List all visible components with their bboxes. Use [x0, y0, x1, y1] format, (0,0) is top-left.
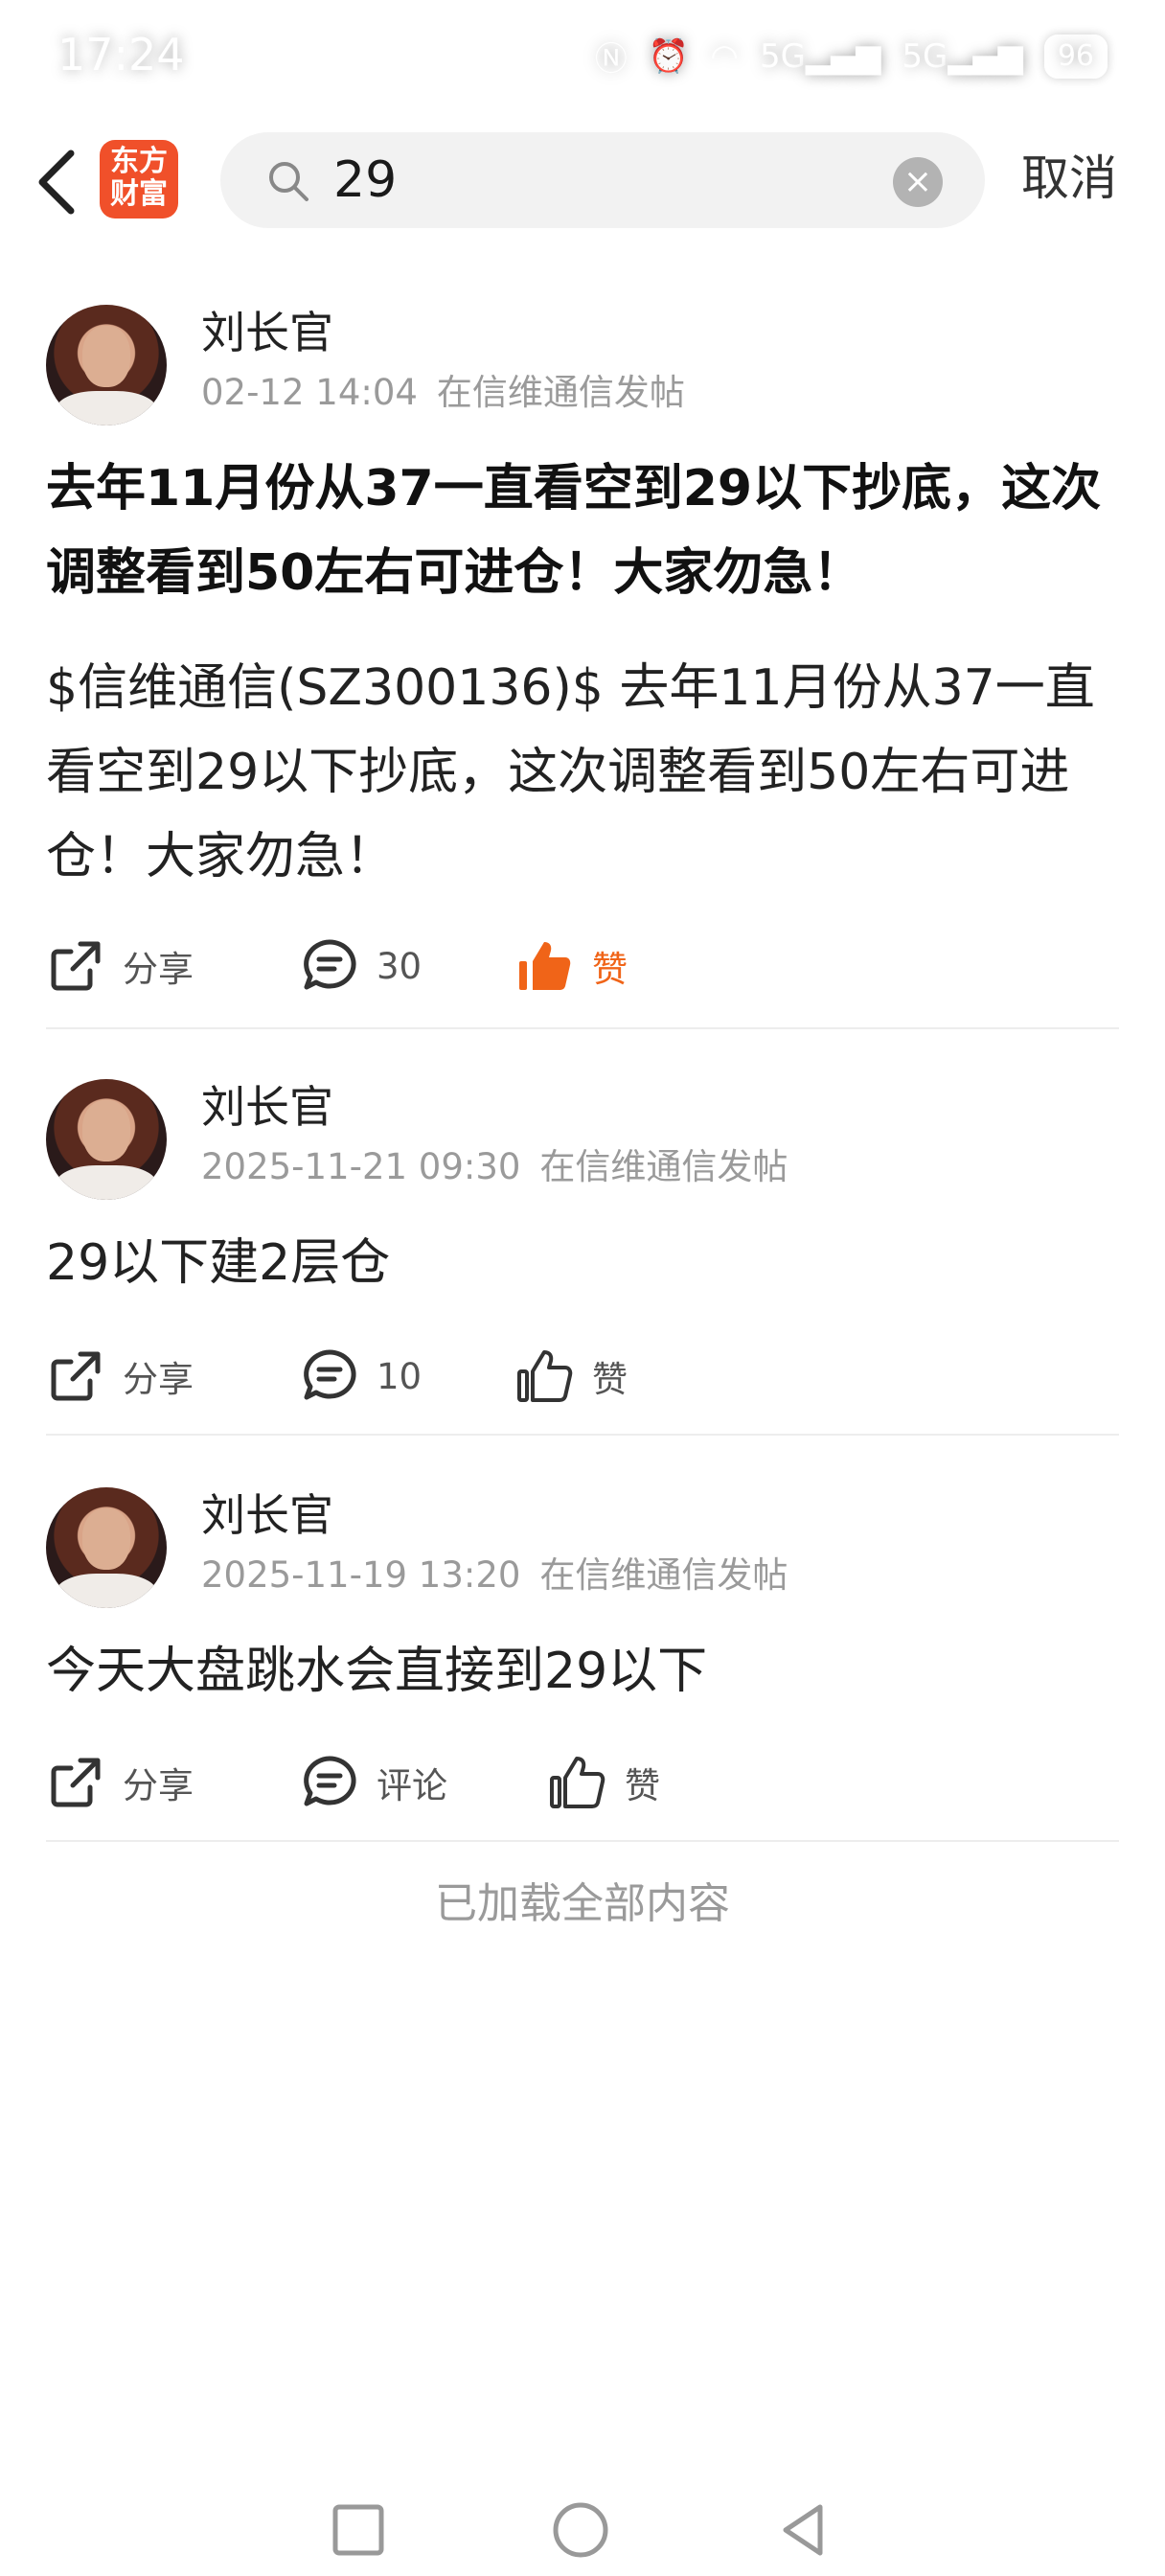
nfc-icon: Ⓝ	[594, 40, 628, 79]
post-card[interactable]: 刘长官 2025-11-21 09:30 在信维通信发帖 29以下建2层仓 分享 …	[46, 1079, 1119, 1434]
post-source[interactable]: 在信维通信发帖	[437, 372, 685, 413]
clear-icon[interactable]: ×	[893, 157, 943, 207]
back-arrow-icon[interactable]	[29, 144, 86, 220]
post-meta: 2025-11-21 09:30 在信维通信发帖	[201, 1144, 788, 1190]
home-icon[interactable]	[552, 2501, 609, 2559]
system-nav-bar	[0, 2482, 1165, 2576]
post-card[interactable]: 刘长官 2025-11-19 13:20 在信维通信发帖 今天大盘跳水会直接到29…	[46, 1487, 1119, 1842]
post-body[interactable]: $信维通信(SZ300136)$ 去年11月份从37一直看空到29以下抄底，这次…	[46, 646, 1119, 899]
post-date: 2025-11-21 09:30	[201, 1146, 521, 1187]
share-button[interactable]: 分享	[46, 1744, 194, 1821]
thumbs-up-icon	[519, 942, 571, 990]
battery-icon: 96	[1043, 34, 1108, 79]
share-icon	[51, 941, 101, 991]
avatar[interactable]	[46, 305, 167, 426]
status-time: 17:24	[57, 29, 185, 80]
like-button[interactable]: 赞	[515, 1338, 628, 1414]
divider	[46, 1027, 1119, 1029]
post-actions: 分享 30 赞	[46, 928, 1119, 1004]
post-actions: 分享 评论 赞	[46, 1744, 1119, 1821]
wifi-icon: ◠	[710, 36, 739, 76]
status-icons: Ⓝ ⏰ ◠ 5G▂▄▆ 5G▂▄▆ 96	[595, 33, 1108, 80]
post-source[interactable]: 在信维通信发帖	[539, 1146, 788, 1187]
comment-button[interactable]: 10	[300, 1338, 422, 1414]
author-name[interactable]: 刘长官	[201, 305, 333, 360]
thumbs-up-icon	[550, 1757, 605, 1808]
search-input[interactable]: 29 ×	[220, 132, 985, 228]
like-button[interactable]: 赞	[515, 928, 628, 1004]
back-nav-icon[interactable]	[774, 2501, 832, 2559]
status-bar: 17:24 Ⓝ ⏰ ◠ 5G▂▄▆ 5G▂▄▆ 96	[0, 0, 1165, 115]
signal-icon: 5G▂▄▆	[759, 36, 881, 76]
comment-button[interactable]: 评论	[300, 1744, 447, 1821]
post-meta: 2025-11-19 13:20 在信维通信发帖	[201, 1552, 788, 1598]
avatar[interactable]	[46, 1079, 167, 1200]
post-actions: 分享 10 赞	[46, 1338, 1119, 1414]
search-icon	[269, 162, 308, 201]
share-button[interactable]: 分享	[46, 1338, 194, 1414]
comment-icon	[304, 1756, 356, 1806]
post-date: 2025-11-19 13:20	[201, 1554, 521, 1596]
alarm-icon: ⏰	[648, 36, 690, 76]
share-button[interactable]: 分享	[46, 928, 194, 1004]
comment-icon	[304, 1349, 356, 1400]
share-icon	[51, 1758, 101, 1807]
search-header: 东方 财富 29 × 取消	[0, 125, 1165, 240]
post-body[interactable]: 今天大盘跳水会直接到29以下	[46, 1629, 1119, 1714]
signal-icon: 5G▂▄▆	[902, 36, 1023, 76]
comment-button[interactable]: 30	[300, 928, 422, 1004]
app-logo[interactable]: 东方 财富	[100, 140, 178, 218]
search-query[interactable]: 29	[333, 150, 397, 211]
post-card[interactable]: 刘长官 02-12 14:04 在信维通信发帖 去年11月份从37一直看空到29以…	[46, 305, 1119, 1033]
author-name[interactable]: 刘长官	[201, 1487, 333, 1543]
post-meta: 02-12 14:04 在信维通信发帖	[201, 370, 685, 416]
post-source[interactable]: 在信维通信发帖	[539, 1554, 788, 1596]
like-button[interactable]: 赞	[548, 1744, 660, 1821]
cancel-button[interactable]: 取消	[1021, 148, 1117, 209]
comment-icon	[304, 939, 356, 990]
thumbs-up-icon	[517, 1350, 573, 1402]
end-of-list-text: 已加载全部内容	[435, 1879, 730, 1928]
post-body[interactable]: 29以下建2层仓	[46, 1221, 1119, 1305]
divider	[46, 1840, 1119, 1842]
post-date: 02-12 14:04	[201, 372, 418, 413]
divider	[46, 1434, 1119, 1436]
recent-apps-icon[interactable]	[330, 2501, 387, 2559]
author-name[interactable]: 刘长官	[201, 1079, 333, 1135]
avatar[interactable]	[46, 1487, 167, 1608]
share-icon	[51, 1351, 101, 1401]
post-title[interactable]: 去年11月份从37一直看空到29以下抄底，这次调整看到50左右可进仓！大家勿急！	[46, 447, 1119, 615]
